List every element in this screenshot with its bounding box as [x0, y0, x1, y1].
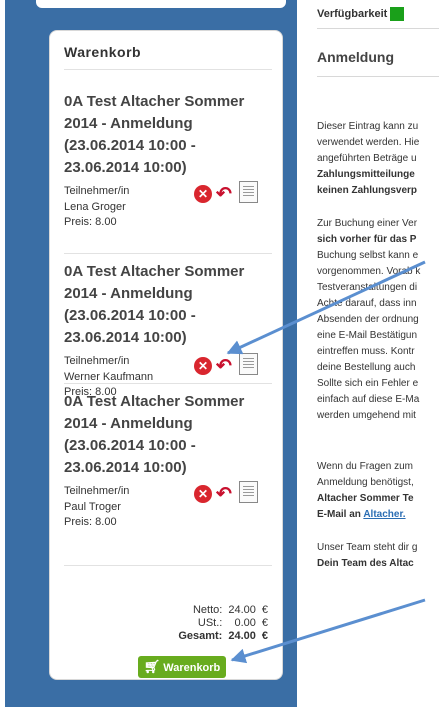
- content-area: Verfügbarkeit Anmeldung Dieser Eintrag k…: [317, 0, 439, 707]
- paragraph-2: Zur Buchung einer Ver sich vorher für da…: [317, 216, 420, 424]
- cart-title: Warenkorb: [64, 44, 142, 60]
- text-line: Zahlungsmitteilunge: [317, 169, 415, 180]
- text-line: eintreffen muss. Kontr: [317, 346, 415, 357]
- divider: [317, 76, 439, 77]
- text-line: Dieser Eintrag kann zu: [317, 121, 419, 132]
- undo-arrow-icon[interactable]: ↶: [216, 357, 232, 377]
- undo-arrow-icon[interactable]: ↶: [216, 485, 232, 505]
- cart-item-actions: ✕ ↶: [194, 353, 258, 377]
- text-line: vorgenommen. Vorab k: [317, 266, 421, 277]
- text-line: E-Mail an Altacher.: [317, 507, 414, 523]
- text-line: Altacher Sommer Te: [317, 493, 414, 504]
- availability-row: Verfügbarkeit: [317, 7, 405, 21]
- paragraph-4: Unser Team steht dir g Dein Team des Alt…: [317, 540, 417, 572]
- text-line: Dein Team des Altac: [317, 558, 414, 569]
- text-span: E-Mail an: [317, 509, 361, 520]
- divider: [64, 383, 272, 384]
- cart-totals: Netto: 24.00 € USt.: 0.00 € Gesamt: 24.0…: [172, 604, 268, 643]
- text-line: Absenden der ordnung: [317, 314, 419, 325]
- text-line: eine E-Mail Bestätigun: [317, 330, 418, 341]
- totals-value: 24.00: [228, 630, 256, 642]
- totals-label: Gesamt:: [178, 630, 223, 642]
- cart-item-title: 0A Test Altacher Sommer 2014 - Anmeldung…: [64, 93, 245, 176]
- shopping-cart-icon: 🛒︎: [143, 659, 161, 674]
- document-icon[interactable]: [239, 353, 258, 375]
- delete-icon[interactable]: ✕: [194, 485, 212, 503]
- text-line: Achte darauf, dass inn: [317, 298, 417, 309]
- text-line: Testveranstaltungen di: [317, 282, 418, 293]
- text-line: Unser Team steht dir g: [317, 542, 418, 553]
- totals-currency: €: [261, 617, 268, 629]
- cart-item-participant: Teilnehmer/in Lena Groger: [64, 185, 130, 213]
- cart-item: 0A Test Altacher Sommer 2014 - Anmeldung…: [64, 391, 272, 530]
- totals-value: 0.00: [234, 617, 256, 629]
- page-heading: Anmeldung: [317, 49, 394, 65]
- cart-button-label: Warenkorb: [163, 662, 221, 674]
- totals-value: 24.00: [228, 604, 256, 616]
- divider: [317, 28, 439, 29]
- totals-currency: €: [261, 630, 268, 642]
- text-line: Sollte sich ein Fehler e: [317, 378, 419, 389]
- undo-arrow-icon[interactable]: ↶: [216, 185, 232, 205]
- availability-indicator: [390, 7, 405, 21]
- cart-item-participant: Teilnehmer/in Paul Troger: [64, 485, 130, 513]
- cart-checkout-button[interactable]: 🛒︎ Warenkorb: [138, 656, 226, 678]
- sidebar-top-tab: [36, 0, 286, 8]
- cart-item-price: Preis: 8.00: [64, 516, 117, 528]
- cart-item-actions: ✕ ↶: [194, 481, 258, 505]
- delete-icon[interactable]: ✕: [194, 357, 212, 375]
- text-line: verwendet werden. Hie: [317, 137, 420, 148]
- text-line: einfach auf diese E-Ma: [317, 394, 420, 405]
- text-line: keinen Zahlungsverp: [317, 185, 418, 196]
- totals-label: USt.:: [197, 617, 223, 629]
- document-icon[interactable]: [239, 481, 258, 503]
- totals-label: Netto:: [192, 604, 223, 616]
- divider: [64, 565, 272, 566]
- text-line: Wenn du Fragen zum: [317, 461, 413, 472]
- divider: [64, 253, 272, 254]
- availability-label: Verfügbarkeit: [317, 7, 388, 20]
- cart-item-participant: Teilnehmer/in Werner Kaufmann: [64, 355, 154, 383]
- cart-item-actions: ✕ ↶: [194, 181, 258, 205]
- text-line: sich vorher für das P: [317, 234, 417, 245]
- cart-item-title: 0A Test Altacher Sommer 2014 - Anmeldung…: [64, 263, 245, 346]
- totals-row-netto: Netto: 24.00 €: [172, 604, 268, 617]
- text-line: deine Bestellung auch: [317, 362, 416, 373]
- text-line: werden umgehend mit: [317, 410, 416, 421]
- text-line: Buchung selbst kann e: [317, 250, 419, 261]
- totals-row-ust: USt.: 0.00 €: [172, 617, 268, 630]
- text-line: Anmeldung benötigst,: [317, 477, 414, 488]
- text-line: angeführten Beträge u: [317, 153, 417, 164]
- cart-item: 0A Test Altacher Sommer 2014 - Anmeldung…: [64, 91, 272, 230]
- divider: [64, 69, 272, 70]
- delete-icon[interactable]: ✕: [194, 185, 212, 203]
- paragraph-3: Wenn du Fragen zum Anmeldung benötigst, …: [317, 459, 414, 523]
- totals-currency: €: [261, 604, 268, 616]
- cart-item-price: Preis: 8.00: [64, 216, 117, 228]
- email-link[interactable]: Altacher.: [363, 509, 405, 520]
- cart-item: 0A Test Altacher Sommer 2014 - Anmeldung…: [64, 261, 272, 400]
- totals-row-gesamt: Gesamt: 24.00 €: [172, 630, 268, 643]
- document-icon[interactable]: [239, 181, 258, 203]
- cart-item-title: 0A Test Altacher Sommer 2014 - Anmeldung…: [64, 393, 245, 476]
- text-line: Zur Buchung einer Ver: [317, 218, 418, 229]
- cart-panel: Warenkorb 0A Test Altacher Sommer 2014 -…: [49, 30, 283, 680]
- paragraph-1: Dieser Eintrag kann zu verwendet werden.…: [317, 119, 419, 199]
